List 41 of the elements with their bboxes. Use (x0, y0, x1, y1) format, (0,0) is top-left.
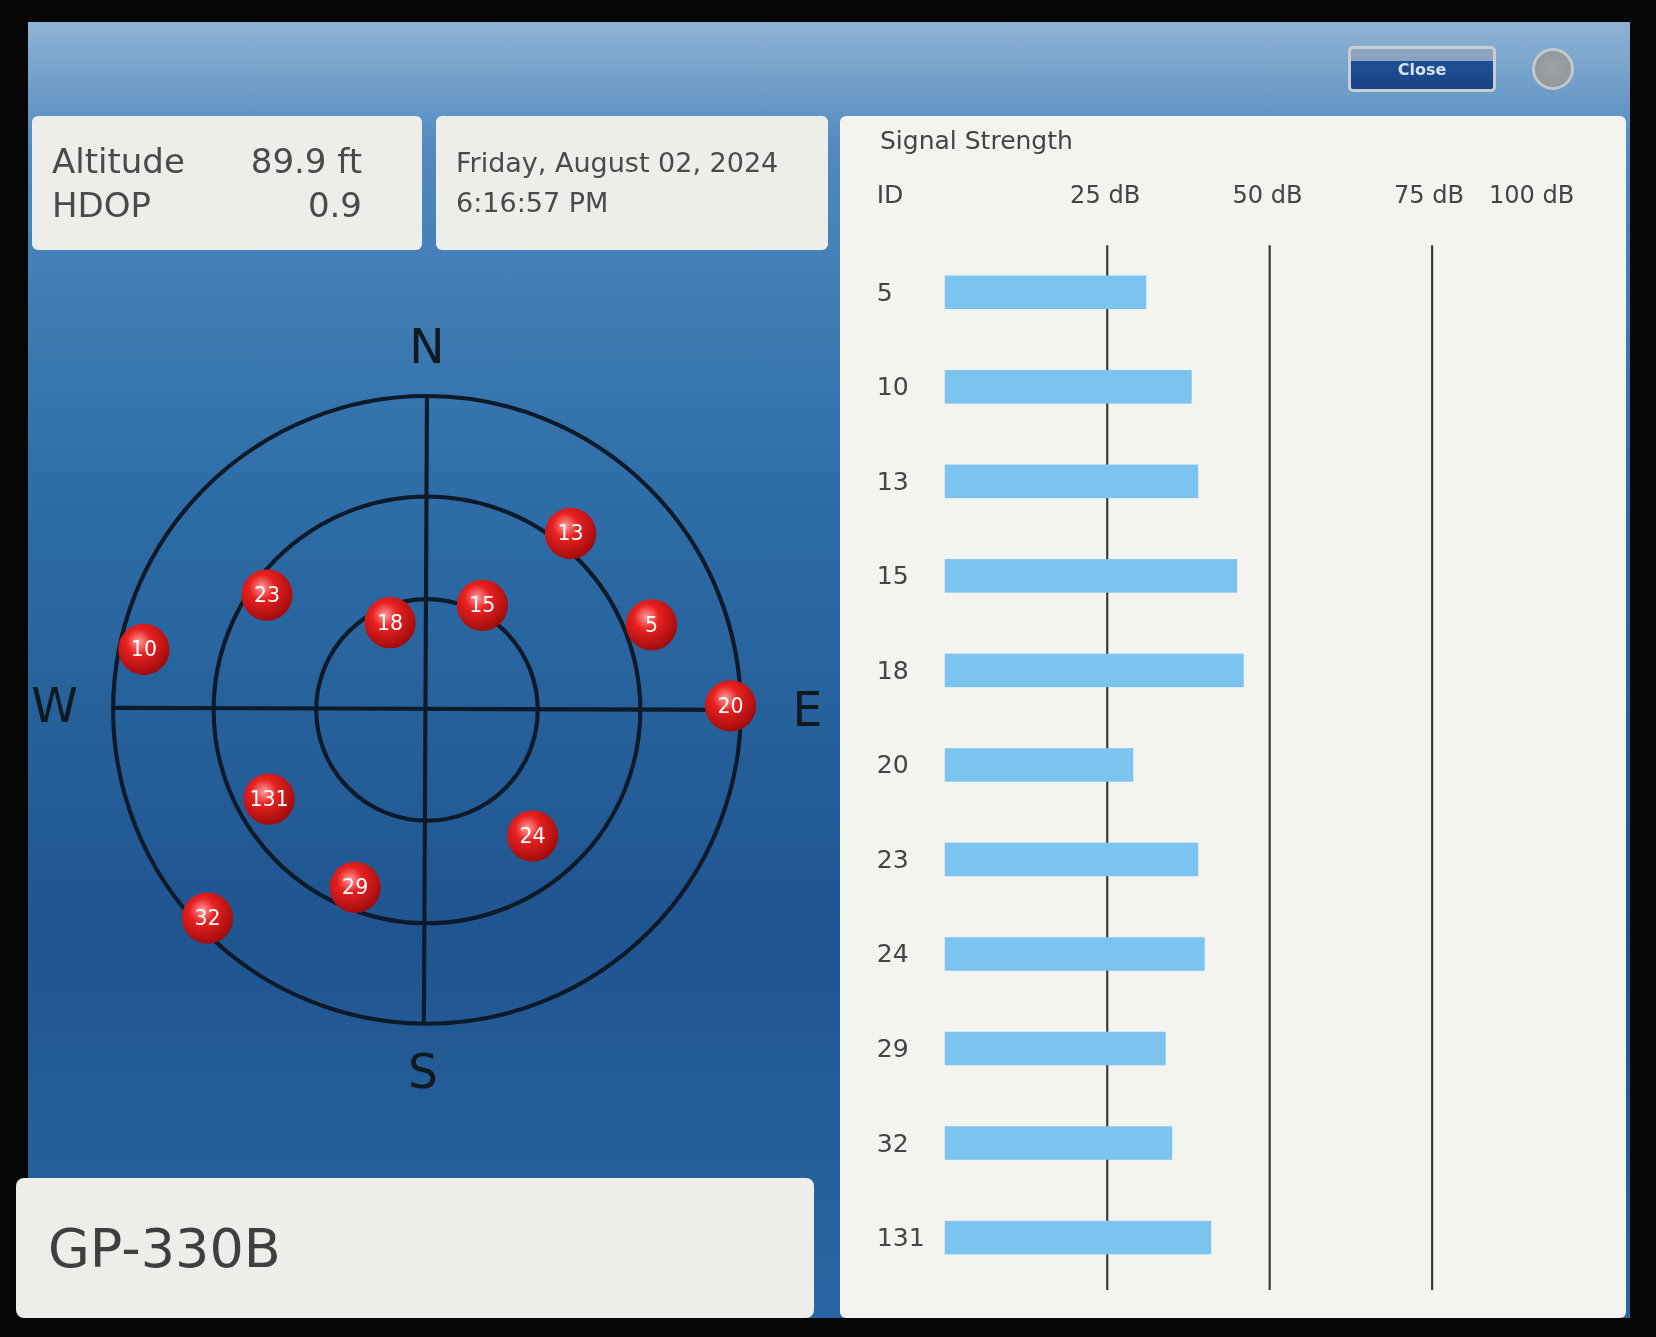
field-value: 0.9 (306, 185, 363, 225)
satellite-marker: 18 (364, 597, 416, 649)
tick-label: 25 dB (1070, 180, 1141, 209)
satellite-marker: 13 (544, 507, 597, 560)
satellite-marker: 32 (181, 892, 234, 944)
tick-label: 100 dB (1488, 180, 1575, 209)
satellite-marker: 10 (118, 623, 170, 676)
tick-label: 50 dB (1232, 180, 1303, 209)
satellite-id: 29 (876, 1034, 909, 1063)
compass-label: N (409, 319, 445, 375)
compass-label: W (31, 678, 78, 734)
compass-label: E (792, 682, 823, 738)
column-heading: ID (876, 180, 904, 210)
satellite-id: 23 (876, 844, 909, 874)
time-text: 6:16:57 PM (456, 186, 610, 220)
satellite-id: 20 (876, 750, 909, 780)
panel-title: Signal Strength (880, 126, 1073, 155)
satellite-marker: 20 (704, 680, 757, 732)
close-button[interactable]: Close (1348, 46, 1496, 92)
satellite-id: 131 (876, 1223, 925, 1253)
satellite-id: 15 (876, 561, 909, 591)
model-name: GP-330B (48, 1216, 281, 1280)
tick-label: 75 dB (1393, 180, 1465, 209)
satellite-id: 5 (876, 277, 893, 307)
satellite-marker: 24 (506, 810, 559, 862)
satellite-marker: 131 (243, 773, 295, 825)
satellite-marker: 5 (625, 599, 678, 651)
satellite-id: 18 (876, 655, 909, 685)
satellite-id: 13 (876, 466, 909, 496)
round-button[interactable] (1532, 48, 1574, 90)
date-text: Friday, August 02, 2024 (456, 146, 780, 180)
satellite-id: 10 (876, 372, 909, 402)
compass-label: S (407, 1044, 438, 1100)
field-value: 89.9 ft (250, 141, 363, 181)
field-label: Altitude (52, 141, 186, 181)
field-label: HDOP (52, 185, 152, 225)
satellite-marker: 15 (456, 579, 508, 631)
satellite-marker: 23 (241, 569, 293, 621)
satellite-id: 24 (876, 939, 909, 969)
satellite-marker: 29 (329, 861, 381, 913)
satellite-id: 32 (876, 1128, 909, 1158)
